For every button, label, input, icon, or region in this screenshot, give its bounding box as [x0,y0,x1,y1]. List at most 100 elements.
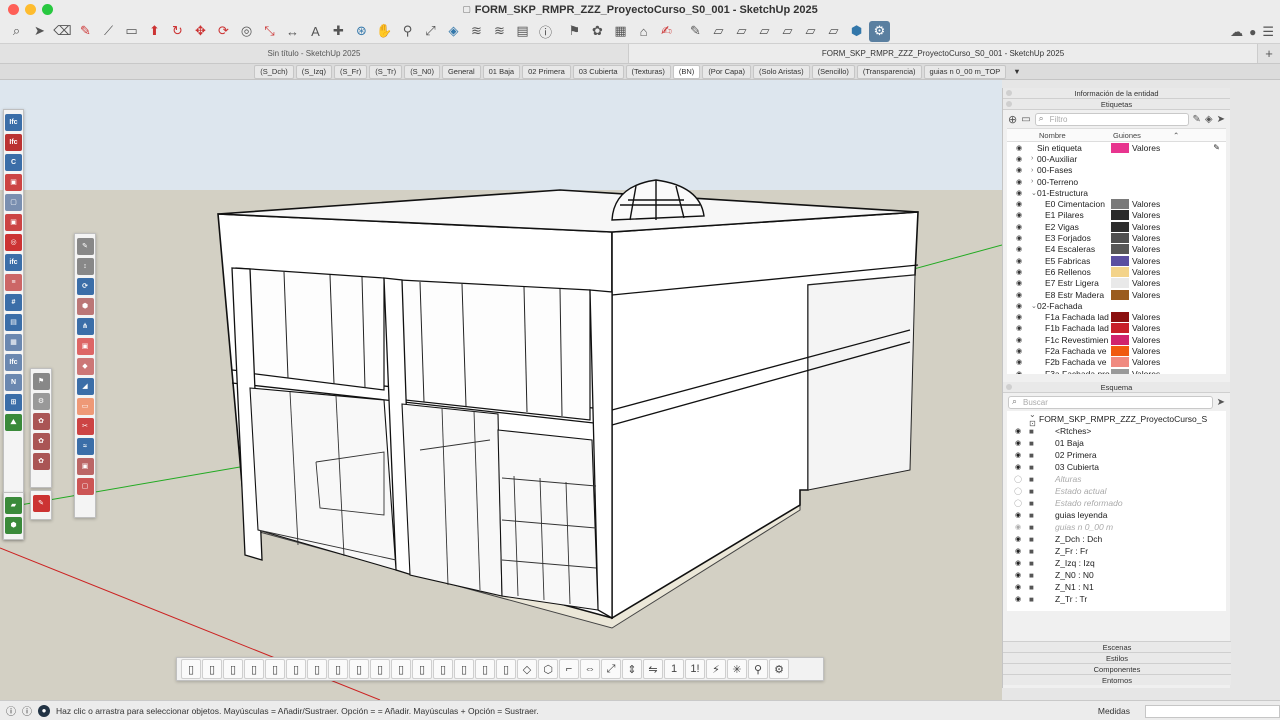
visibility-eye-icon[interactable]: ◉ [1007,358,1031,366]
help-icon[interactable]: ● [38,704,50,717]
tag-color-swatch[interactable] [1111,312,1129,323]
visibility-eye-icon[interactable]: ◉ [1007,439,1029,447]
edit-note-icon[interactable]: ✎ [32,495,50,512]
tag-name[interactable]: F2b Fachada ve [1045,357,1111,367]
outliner-row[interactable]: ◯ ■ Estado reformado [1007,497,1226,509]
outliner-header[interactable]: Esquema [1003,382,1230,393]
tag-color-swatch[interactable] [1111,323,1129,334]
scene-tab[interactable]: 01 Baja [482,64,521,79]
tag-name[interactable]: 00-Auxiliar [1037,154,1111,164]
visibility-eye-icon[interactable]: ◉ [1007,535,1029,543]
visibility-eye-icon[interactable]: ◉ [1007,155,1031,163]
view-icon[interactable]: ▤ [5,314,22,331]
layers-icon[interactable]: ▦ [610,21,631,42]
tag-row[interactable]: ◉ ⌄ 02-Fachada [1007,300,1226,311]
tag-row[interactable]: ◉ E2 Vigas Valores [1007,221,1226,232]
scene-tab[interactable]: 02 Primera [522,64,571,79]
tag-row[interactable]: ◉ E6 Rellenos Valores [1007,266,1226,277]
outliner-details-icon[interactable]: ➤ [1217,397,1225,408]
tag-dash-value[interactable]: Valores [1132,312,1160,322]
outliner-row[interactable]: ◉ ■ guias n 0_00 m [1007,521,1226,533]
box-alt-icon[interactable]: ▣ [5,214,22,231]
visibility-eye-icon[interactable]: ◉ [1007,211,1031,219]
tag-color-swatch[interactable] [1111,368,1129,374]
visibility-eye-icon[interactable]: ◉ [1007,559,1029,567]
ifc-edit-icon[interactable]: Ifc [5,134,22,151]
tab-project[interactable]: FORM_SKP_RMPR_ZZZ_ProyectoCurso_S0_001 -… [629,44,1258,63]
tag-color-swatch[interactable] [1111,221,1129,232]
tag-row[interactable]: ◉ E8 Estr Madera Valores [1007,289,1226,300]
view-5-icon[interactable]: ▯ [265,659,285,679]
flow-tool-icon[interactable]: ≈ [76,438,94,455]
paint-tool-icon[interactable]: ⬢ [76,298,94,315]
add-tag-icon[interactable]: ⊕ [1008,113,1017,126]
tag-row[interactable]: ◉ E1 Pilares Valores [1007,210,1226,221]
terrain-flat-icon[interactable]: ▰ [5,497,22,514]
scene-tab[interactable]: (Transparencia) [856,64,922,79]
visibility-eye-icon[interactable]: ◉ [1007,571,1029,579]
tag-dash-value[interactable]: Valores [1132,278,1160,288]
tag-row[interactable]: ◉ ⌄ 01-Estructura [1007,187,1226,198]
cut-tool-icon[interactable]: ✂ [76,418,94,435]
tag-name[interactable]: E0 Cimentacion [1045,199,1111,209]
tags-filter-input[interactable]: Filtro [1034,112,1189,126]
tag-name[interactable]: 01-Estructura [1037,188,1111,198]
fog-icon[interactable]: ▱ [800,21,821,42]
stamp-tool-icon[interactable]: ▣ [76,458,94,475]
view-8-icon[interactable]: ▯ [328,659,348,679]
tag-dash-value[interactable]: Valores [1132,143,1160,153]
ifc-query-icon[interactable]: Ifc [5,114,22,131]
push-pull-icon[interactable]: ⬆ [144,21,165,42]
box-outline-icon[interactable]: ▢ [5,194,22,211]
outliner-row[interactable]: ◉ ■ Z_Fr : Fr [1007,545,1226,557]
tag-dash-value[interactable]: Valores [1132,222,1160,232]
scale-icon[interactable]: ⤡ [259,21,280,42]
scene-tab[interactable]: (Solo Aristas) [753,64,810,79]
style-icon[interactable]: ▱ [754,21,775,42]
tag-dash-value[interactable]: Valores [1132,233,1160,243]
shape-tool-icon[interactable]: ◆ [76,358,94,375]
wall-tool-icon[interactable]: ▭ [76,398,94,415]
view-9-icon[interactable]: ▯ [349,659,369,679]
scene-tab[interactable]: General [441,64,481,79]
orbit-icon[interactable]: ⊛ [351,21,372,42]
tag-row[interactable]: ◉ F3a Fachada pro Valores [1007,368,1226,374]
tags-header[interactable]: Etiquetas [1003,99,1230,110]
view-13-icon[interactable]: ▯ [433,659,453,679]
outliner-row[interactable]: ◉ ■ Z_Tr : Tr [1007,593,1226,605]
visibility-eye-icon[interactable]: ◉ [1007,595,1029,603]
tag-name[interactable]: E5 Fabricas [1045,256,1111,266]
ifc-export-icon[interactable]: # [5,294,22,311]
scene-tab-active[interactable]: (BN) [672,64,701,79]
hidden-eye-icon[interactable]: ◯ [1007,475,1029,483]
extension-icon[interactable]: ✍ [656,21,677,42]
diagonal-icon[interactable]: ⤢ [601,659,621,679]
scene-tab[interactable]: (Texturas) [625,64,671,79]
tag-row[interactable]: ◉ E4 Escaleras Valores [1007,244,1226,255]
outliner-item-name[interactable]: Z_N0 : N0 [1055,570,1094,580]
tag-dash-value[interactable]: Valores [1132,346,1160,356]
outliner-row[interactable]: ◉ ■ Z_N0 : N0 [1007,569,1226,581]
outliner-item-name[interactable]: Z_N1 : N1 [1055,582,1094,592]
tag-dash-value[interactable]: Valores [1132,256,1160,266]
tag-paint-icon[interactable]: ◈ [1205,114,1213,125]
tag-row[interactable]: ◉ F1b Fachada lad Valores [1007,323,1226,334]
close-window-button[interactable] [8,4,19,15]
scene-tab[interactable]: (Por Capa) [702,64,751,79]
cloud-icon[interactable]: ☁ [1230,24,1243,40]
ifc-cvs-icon[interactable]: ifc [5,254,22,271]
components-panel-header[interactable]: Componentes [1003,663,1231,674]
view-12-icon[interactable]: ▯ [412,659,432,679]
hidden-eye-icon[interactable]: ◯ [1007,499,1029,507]
tag-dash-value[interactable]: Valores [1132,335,1160,345]
tag-row[interactable]: ◉ › 00-Terreno [1007,176,1226,187]
tab-untitled[interactable]: Sin título - SketchUp 2025 [0,44,629,63]
tag-dash-value[interactable]: Valores [1132,323,1160,333]
visibility-eye-icon[interactable]: ◉ [1007,451,1029,459]
entity-info-header[interactable]: Información de la entidad [1003,88,1230,99]
tag-name[interactable]: E4 Escaleras [1045,244,1111,254]
paint-bucket-icon[interactable]: ⚑ [32,373,50,390]
shadow-icon[interactable]: ▱ [777,21,798,42]
visibility-eye-icon[interactable]: ◉ [1007,268,1031,276]
tag-name[interactable]: E6 Rellenos [1045,267,1111,277]
